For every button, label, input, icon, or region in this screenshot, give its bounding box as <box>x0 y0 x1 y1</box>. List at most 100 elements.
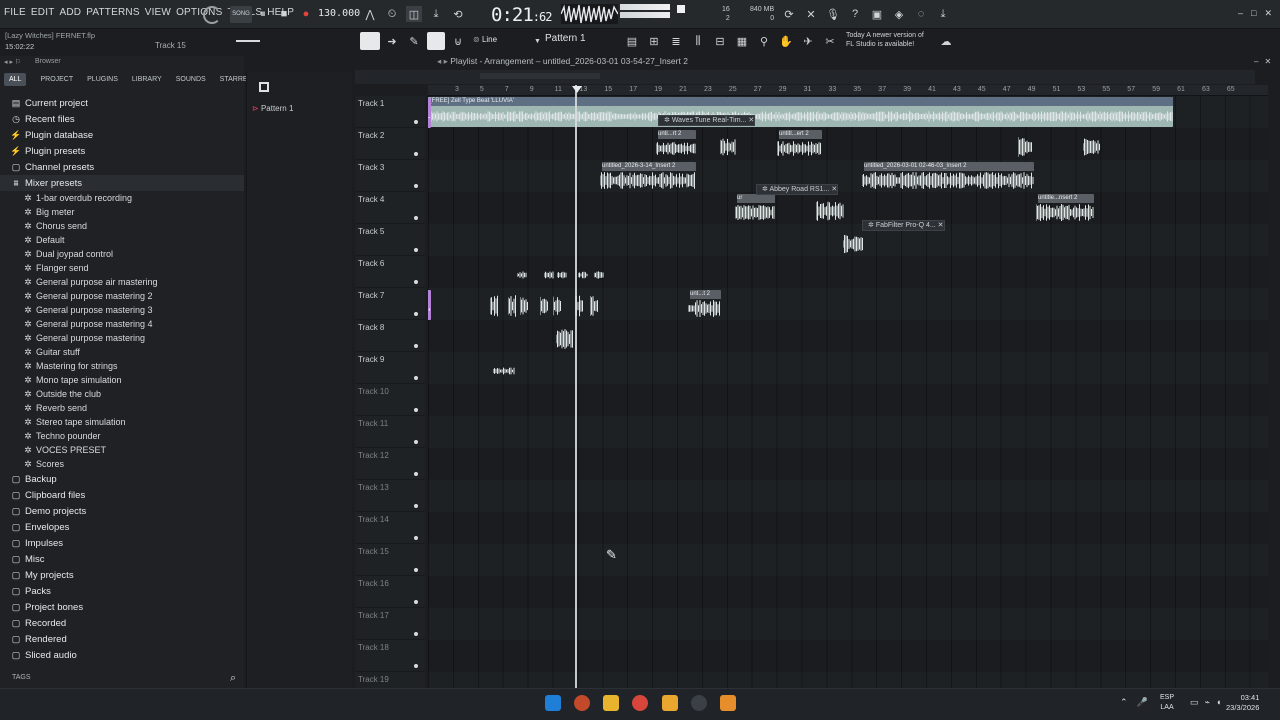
vertical-scrollbar[interactable] <box>1268 85 1280 688</box>
snap-selector[interactable]: ⊚ Line <box>473 35 497 44</box>
menu-patterns[interactable]: PATTERNS <box>86 7 139 18</box>
browser-item[interactable]: ▢ Rendered <box>0 631 244 647</box>
menu-file[interactable]: FILE <box>4 7 26 18</box>
browser-item[interactable]: ◷ Recent files <box>0 111 244 127</box>
arrow-right-icon[interactable]: ➜ <box>384 33 400 49</box>
window-controls[interactable]: ‒□✕ <box>1238 8 1280 19</box>
audio-clip[interactable] <box>720 130 736 158</box>
channel-rack-icon[interactable]: ⫼ <box>690 33 706 49</box>
audio-clip[interactable]: untitl...ert 2 <box>777 130 822 158</box>
browser-arrows-icon[interactable]: ◂ ▸ ⚐ <box>4 58 21 66</box>
browser-item[interactable]: ▢ Backup <box>0 471 244 487</box>
network-volume-icons[interactable]: ▭⌁◖ <box>1190 697 1227 708</box>
track-enable-led[interactable] <box>414 536 418 540</box>
track-name[interactable]: Track 9 <box>358 355 384 364</box>
track-enable-led[interactable] <box>414 248 418 252</box>
audio-clip[interactable] <box>544 258 554 280</box>
mixer-preset-item[interactable]: ✲ Mastering for strings <box>0 359 244 373</box>
track-header[interactable]: Track 4 <box>355 192 425 224</box>
browser-item[interactable]: ⩩ Mixer presets <box>0 175 244 191</box>
track-header[interactable]: Track 1 <box>355 96 425 128</box>
chevron-down-icon[interactable]: ▼ <box>534 38 541 45</box>
chrome-icon[interactable] <box>632 695 648 711</box>
mixer-preset-item[interactable]: ✲ General purpose mastering 2 <box>0 289 244 303</box>
track-header[interactable]: Track 11 <box>355 416 425 448</box>
audio-clip[interactable] <box>557 258 567 280</box>
fl-studio-running-icon[interactable] <box>720 695 736 711</box>
plugin-mini-window[interactable]: ✲ Waves Tune Real-Tim... ✕ <box>658 115 756 126</box>
mixer-icon[interactable]: ≣ <box>668 33 684 49</box>
track-name[interactable]: Track 4 <box>358 195 384 204</box>
track-header[interactable]: Track 18 <box>355 640 425 672</box>
fl-cloud-icon[interactable]: ☁ <box>938 33 954 49</box>
audio-clip[interactable] <box>493 354 515 378</box>
track-enable-led[interactable] <box>414 440 418 444</box>
audio-clip[interactable] <box>1083 130 1101 158</box>
track-name[interactable]: Track 10 <box>358 387 389 396</box>
fl-studio-icon[interactable] <box>662 695 678 711</box>
track-enable-led[interactable] <box>414 216 418 220</box>
browser-item[interactable]: ⚡ Plugin presets <box>0 143 244 159</box>
mixer-preset-item[interactable]: ✲ VOCES PRESET <box>0 443 244 457</box>
browser-item[interactable]: ✲ Scores <box>0 457 244 471</box>
audio-clip[interactable] <box>517 258 527 280</box>
mixer-preset-item[interactable]: ✲ Flanger send <box>0 261 244 275</box>
menu-edit[interactable]: EDIT <box>31 7 55 18</box>
plugin-icon[interactable]: ⚲ <box>756 33 772 49</box>
track-name[interactable]: Track 3 <box>358 163 384 172</box>
audio-clip[interactable] <box>816 194 844 222</box>
pencil-icon[interactable]: ✎ <box>406 33 422 49</box>
master-pitch-slider[interactable] <box>620 12 670 18</box>
blend-notes-icon[interactable]: ⤓ <box>428 6 444 22</box>
tools-icon[interactable]: ✕ <box>803 6 819 22</box>
pause-button[interactable]: ⏸ <box>255 6 271 22</box>
browser-item[interactable]: ▢ Impulses <box>0 535 244 551</box>
track-name[interactable]: Track 17 <box>358 611 389 620</box>
audio-clip[interactable] <box>540 290 549 318</box>
track-header[interactable]: Track 3 <box>355 160 425 192</box>
mixer-preset-item[interactable]: ✲ General purpose mastering 4 <box>0 317 244 331</box>
track-header[interactable]: Track 14 <box>355 512 425 544</box>
track-enable-led[interactable] <box>414 184 418 188</box>
track-header[interactable]: Track 6 <box>355 256 425 288</box>
browser-item[interactable]: ▢ Clipboard files <box>0 487 244 503</box>
browser-tab-sounds[interactable]: SOUNDS <box>176 73 206 86</box>
track-enable-led[interactable] <box>414 120 418 124</box>
zoom-slider[interactable] <box>236 40 260 42</box>
playlist-grid[interactable]: [FREE] Zell Type Beat 'LLUVIA' unti...rt … <box>428 96 1268 688</box>
firefox-icon[interactable] <box>574 695 590 711</box>
track-name[interactable]: Track 19 <box>358 675 389 684</box>
menu-add[interactable]: ADD <box>60 7 82 18</box>
step-edit-icon[interactable]: ◫ <box>406 6 422 22</box>
track-name[interactable]: Track 8 <box>358 323 384 332</box>
mixer-preset-item[interactable]: ✲ Chorus send <box>0 219 244 233</box>
master-volume-slider[interactable] <box>620 4 670 10</box>
track-name[interactable]: Track 11 <box>358 419 388 428</box>
audio-clip[interactable] <box>428 98 431 128</box>
track-enable-led[interactable] <box>414 664 418 668</box>
track-header[interactable]: Track 12 <box>355 448 425 480</box>
pat-song-toggle[interactable]: SONG <box>230 6 252 23</box>
track-enable-led[interactable] <box>414 632 418 636</box>
browser-item[interactable]: ⚡ Plugin database <box>0 127 244 143</box>
song-position[interactable]: 0:21:62 <box>491 4 552 26</box>
browser-tab-library[interactable]: LIBRARY <box>132 73 162 86</box>
audio-clip[interactable]: ur <box>735 194 775 222</box>
record-button[interactable]: ● <box>298 6 314 22</box>
audio-clip[interactable] <box>1018 130 1032 158</box>
browser-icon[interactable]: ▦ <box>734 33 750 49</box>
browser-item[interactable]: ▢ Demo projects <box>0 503 244 519</box>
mixer-preset-item[interactable]: ✲ General purpose air mastering <box>0 275 244 289</box>
browser-item[interactable]: ▢ Packs <box>0 583 244 599</box>
audio-clip[interactable] <box>553 290 562 318</box>
track-header[interactable]: Track 8 <box>355 320 425 352</box>
mixer-preset-item[interactable]: ✲ Outside the club <box>0 387 244 401</box>
audio-clip[interactable]: [FREE] Zell Type Beat 'LLUVIA' <box>428 97 1173 127</box>
plugin-mini-window[interactable]: ✲ Abbey Road RS1... ✕ <box>756 184 839 195</box>
track-enable-led[interactable] <box>414 408 418 412</box>
track-enable-led[interactable] <box>414 568 418 572</box>
plugin-picker-icon[interactable]: ⊟ <box>712 33 728 49</box>
track-enable-led[interactable] <box>414 472 418 476</box>
mixer-preset-item[interactable]: ✲ General purpose mastering <box>0 331 244 345</box>
playhead-marker-icon[interactable] <box>572 86 582 93</box>
